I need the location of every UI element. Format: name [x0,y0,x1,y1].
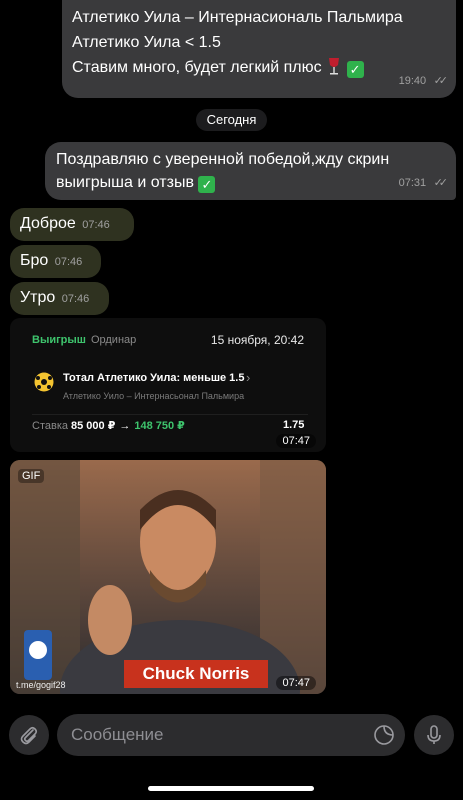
check-mark-icon: ✓ [346,61,364,78]
message-input[interactable] [57,714,405,756]
bet-screenshot[interactable]: Выигрыш Ординар 15 ноября, 20:42 Тотал Ат… [10,318,326,452]
message-time: 07:47 [276,676,316,690]
gif-message[interactable]: GIF Chuck Norris t.me/gogif28 07:47 [10,460,326,694]
message-text: Атлетико Уила – Интернасиональ Пальмира … [72,9,403,78]
message-bubble-incoming[interactable]: Бро 07:46 [10,245,101,278]
message-bubble-outgoing[interactable]: Поздравляю с уверенной победой,жду скрин… [45,142,456,200]
sticker-icon[interactable] [373,724,395,746]
message-meta: 19:40 ✓✓ [398,75,449,87]
message-text: Поздравляю с уверенной победой,жду скрин… [56,151,390,193]
message-input-bar [0,706,463,800]
message-bubble-incoming[interactable]: Доброе 07:46 [10,208,134,241]
double-check-icon: ✓✓ [433,177,449,189]
gif-watermark: t.me/gogif28 [16,680,66,690]
attach-button[interactable] [9,715,49,755]
message-bubble-incoming[interactable]: Утро 07:46 [10,282,109,315]
gif-caption-banner: Chuck Norris [124,660,268,688]
home-indicator [148,786,314,791]
bet-odds: 1.75 [283,419,305,431]
gif-frame [10,460,326,694]
wine-glass-icon [329,58,340,75]
arrow-right-icon: → [119,420,131,432]
date-separator: Сегодня [196,109,267,131]
bet-selection: Тотал Атлетико Уила: меньше 1.5 [63,372,245,384]
bet-stake-line: Ставка 85 000 ₽ → 148 750 ₽ [32,420,185,432]
bet-match: Атлетико Уило – Интернасьонал Пальмира [63,391,245,401]
gif-badge: GIF [18,469,45,483]
check-mark-icon: ✓ [198,176,216,193]
bet-selection-row: Тотал Атлетико Уила: меньше 1.5 › Атлети… [32,366,308,410]
message-time: 07:47 [276,434,316,448]
bet-status: Выигрыш [32,334,86,346]
voice-message-button[interactable] [414,715,454,755]
message-bubble-outgoing[interactable]: Атлетико Уила – Интернасиональ Пальмира … [62,0,456,98]
paperclip-icon [20,726,38,745]
bet-date: 15 ноября, 20:42 [210,333,304,347]
double-check-icon: ✓✓ [433,75,449,87]
chevron-right-icon: › [246,370,251,385]
bet-type: Ординар [90,334,137,346]
soccer-ball-icon [34,372,54,392]
bet-header: Выигрыш Ординар [32,334,136,346]
microphone-icon [427,725,441,744]
divider [32,414,308,415]
message-meta: 07:31 ✓✓ [398,177,449,189]
